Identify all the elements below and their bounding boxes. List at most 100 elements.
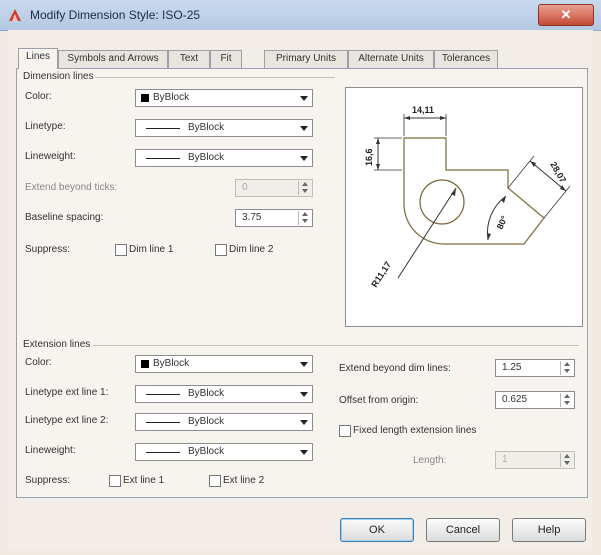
extend-beyond-ticks-value: 0 <box>242 182 248 193</box>
line-sample-icon <box>146 128 180 129</box>
chevron-down-icon <box>300 450 308 455</box>
preview-dim-left: 16,6 <box>364 148 374 166</box>
length-label: Length: <box>413 455 447 466</box>
hole-circle <box>419 179 465 225</box>
chevron-down-icon <box>300 392 308 397</box>
ext1-linetype-dropdown[interactable]: ByBlock <box>135 385 313 403</box>
close-button[interactable]: ✕ <box>538 4 594 26</box>
dim-color-value: ByBlock <box>153 92 190 103</box>
tab-tolerances[interactable]: Tolerances <box>434 50 498 68</box>
ext-lineweight-dropdown[interactable]: ByBlock <box>135 443 313 461</box>
length-spinner: 1 <box>495 451 575 469</box>
group-divider <box>93 345 579 346</box>
dim-lineweight-dropdown[interactable]: ByBlock <box>135 149 313 167</box>
offset-from-origin-value: 0.625 <box>502 394 528 405</box>
preview-dim-right: 28,07 <box>548 160 568 185</box>
extension-lines-group-label: Extension lines <box>23 339 91 350</box>
line-sample-icon <box>146 422 180 423</box>
chevron-down-icon <box>300 126 308 131</box>
ext2-linetype-label: Linetype ext line 2: <box>25 415 109 426</box>
length-value: 1 <box>502 454 508 465</box>
dim-line-1-label: Dim line 1 <box>129 244 174 255</box>
spin-up-icon <box>302 182 308 186</box>
ext-color-label: Color: <box>25 357 52 368</box>
preview-drawing: 14,11 16,6 28,07 80° R11,17 <box>364 105 571 289</box>
extend-beyond-dim-value: 1.25 <box>502 362 522 373</box>
extend-beyond-dim-spinner[interactable]: 1.25 <box>495 359 575 377</box>
color-swatch-icon <box>141 94 149 102</box>
spin-down-icon[interactable] <box>302 219 308 223</box>
ok-button[interactable]: OK <box>340 518 414 542</box>
ext-line-1-checkbox[interactable] <box>109 475 121 487</box>
dim-linetype-label: Linetype: <box>25 121 66 132</box>
chevron-down-icon <box>300 362 308 367</box>
line-sample-icon <box>146 158 180 159</box>
part-outline <box>403 137 545 245</box>
extend-beyond-ticks-spinner: 0 <box>235 179 313 197</box>
tab-alternate-units[interactable]: Alternate Units <box>348 50 434 68</box>
fixed-length-label: Fixed length extension lines <box>353 425 477 436</box>
help-button[interactable]: Help <box>512 518 586 542</box>
ext-line-2-label: Ext line 2 <box>223 475 265 486</box>
baseline-spacing-value: 3.75 <box>242 212 262 223</box>
dim-suppress-label: Suppress: <box>25 244 71 255</box>
dim-lineweight-value: ByBlock <box>188 152 225 163</box>
dim-linetype-value: ByBlock <box>188 122 225 133</box>
tab-lines[interactable]: Lines <box>18 48 58 69</box>
tab-symbols-and-arrows[interactable]: Symbols and Arrows <box>58 50 168 68</box>
dim-line-2-label: Dim line 2 <box>229 244 274 255</box>
spin-up-icon[interactable] <box>302 212 308 216</box>
chevron-down-icon <box>300 156 308 161</box>
spin-up-icon <box>564 454 570 458</box>
ext-line-1-label: Ext line 1 <box>123 475 165 486</box>
spin-down-icon <box>302 189 308 193</box>
ext-color-value: ByBlock <box>153 358 190 369</box>
preview-dim-angle: 80° <box>495 214 510 231</box>
ext1-linetype-label: Linetype ext line 1: <box>25 387 109 398</box>
dim-line-2-checkbox[interactable] <box>215 244 227 256</box>
tab-primary-units[interactable]: Primary Units <box>264 50 348 68</box>
ext-line-2-checkbox[interactable] <box>209 475 221 487</box>
cancel-button[interactable]: Cancel <box>426 518 500 542</box>
dimension-preview: 14,11 16,6 28,07 80° R11,17 <box>345 87 583 327</box>
ext2-linetype-dropdown[interactable]: ByBlock <box>135 413 313 431</box>
extend-beyond-ticks-label: Extend beyond ticks: <box>25 182 118 193</box>
ext-lineweight-value: ByBlock <box>188 446 225 457</box>
preview-dim-radius: R11,17 <box>369 260 393 289</box>
dim-color-label: Color: <box>25 91 52 102</box>
dim-color-dropdown[interactable]: ByBlock <box>135 89 313 107</box>
ext-suppress-label: Suppress: <box>25 475 71 486</box>
line-sample-icon <box>146 452 180 453</box>
chevron-down-icon <box>300 420 308 425</box>
dimension-lines-group-label: Dimension lines <box>23 71 94 82</box>
line-sample-icon <box>146 394 180 395</box>
dim-line-1-checkbox[interactable] <box>115 244 127 256</box>
preview-dim-top: 14,11 <box>412 105 434 115</box>
ext2-linetype-value: ByBlock <box>188 416 225 427</box>
spin-down-icon[interactable] <box>564 401 570 405</box>
tab-fit[interactable]: Fit <box>210 50 242 68</box>
ext-lineweight-label: Lineweight: <box>25 445 76 456</box>
tab-text[interactable]: Text <box>168 50 210 68</box>
window-title: Modify Dimension Style: ISO-25 <box>30 8 201 22</box>
spin-down-icon <box>564 461 570 465</box>
color-swatch-icon <box>141 360 149 368</box>
offset-from-origin-spinner[interactable]: 0.625 <box>495 391 575 409</box>
baseline-spacing-label: Baseline spacing: <box>25 212 104 223</box>
spin-up-icon[interactable] <box>564 394 570 398</box>
chevron-down-icon <box>300 96 308 101</box>
dim-linetype-dropdown[interactable]: ByBlock <box>135 119 313 137</box>
dialog-body: Lines Symbols and Arrows Text Fit Primar… <box>8 30 593 550</box>
offset-from-origin-label: Offset from origin: <box>339 395 419 406</box>
fixed-length-checkbox[interactable] <box>339 425 351 437</box>
dim-lineweight-label: Lineweight: <box>25 151 76 162</box>
lines-tab-panel: Dimension lines Color: ByBlock Linetype:… <box>16 68 588 498</box>
ext1-linetype-value: ByBlock <box>188 388 225 399</box>
baseline-spacing-spinner[interactable]: 3.75 <box>235 209 313 227</box>
spin-up-icon[interactable] <box>564 362 570 366</box>
ext-color-dropdown[interactable]: ByBlock <box>135 355 313 373</box>
group-divider <box>95 77 335 78</box>
title-bar: Modify Dimension Style: ISO-25 ✕ <box>0 0 601 31</box>
extend-beyond-dim-label: Extend beyond dim lines: <box>339 363 451 374</box>
spin-down-icon[interactable] <box>564 369 570 373</box>
